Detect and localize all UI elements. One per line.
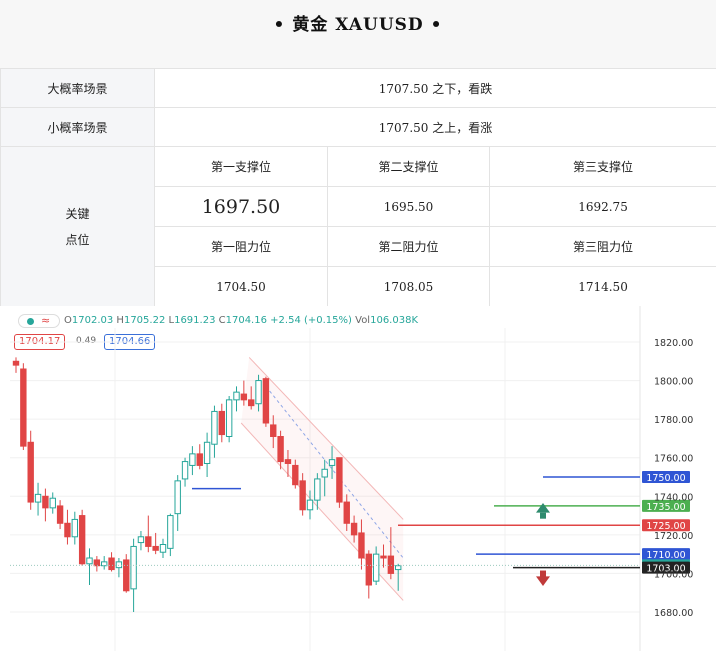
- price-chart[interactable]: ≈ O1702.03 H1705.22 L1691.23 C1704.16 +2…: [0, 306, 716, 651]
- candle-body: [372, 553, 380, 582]
- support2-label: 第二支撑位: [327, 146, 490, 187]
- y-tick-label: 1760.00: [654, 454, 693, 465]
- candle-body: [93, 559, 101, 567]
- levels-table: 大概率场景 1707.50 之下，看跌 小概率场景 1707.50 之上，看涨 …: [0, 68, 716, 307]
- candle-body: [270, 424, 277, 438]
- resist3-label: 第三阻力位: [488, 226, 716, 267]
- candle-body: [34, 493, 42, 503]
- support3-value: 1692.75: [488, 186, 716, 227]
- candle-body: [365, 553, 373, 586]
- candle-body: [130, 545, 137, 590]
- y-tick-label: 1740.00: [654, 492, 693, 503]
- candle-body: [387, 555, 395, 574]
- candle-body: [211, 410, 218, 445]
- y-tick-label: 1680.00: [654, 608, 693, 619]
- big-scenario-label: 大概率场景: [0, 68, 155, 108]
- arrow-down-icon: [536, 570, 550, 586]
- candlestick-plot: 1750.001735.001725.001710.001704.161703.…: [10, 306, 693, 651]
- candle-body: [328, 459, 336, 466]
- candle-body: [167, 515, 174, 549]
- candle-body: [196, 453, 203, 466]
- candle-body: [306, 499, 314, 511]
- y-tick-label: 1720.00: [654, 531, 693, 542]
- level-tag-label: 1750.00: [646, 473, 685, 484]
- candle-body: [358, 532, 365, 559]
- candle-body: [321, 468, 328, 478]
- support1-label: 第一支撑位: [154, 146, 328, 187]
- candle-body: [27, 441, 34, 503]
- candle-body: [314, 478, 321, 501]
- level-tag-label: 1735.00: [646, 502, 685, 513]
- candle-body: [189, 453, 196, 466]
- candle-body: [395, 565, 402, 571]
- resist2-label: 第二阻力位: [327, 226, 490, 267]
- big-scenario-value: 1707.50 之下，看跌: [153, 68, 716, 108]
- candle-body: [284, 459, 292, 464]
- candle-body: [137, 536, 145, 544]
- small-scenario-value: 1707.50 之上，看涨: [153, 107, 716, 147]
- candle-body: [78, 515, 86, 565]
- page-title: • 黄金 XAUUSD •: [273, 15, 443, 35]
- candle-body: [159, 544, 167, 553]
- candle-body: [42, 495, 49, 509]
- support1-value: 1697.50: [154, 186, 328, 227]
- resist1-label: 第一阻力位: [154, 226, 328, 267]
- candle-body: [71, 518, 78, 538]
- resist3-value: 1714.50: [488, 266, 716, 307]
- candle-body: [115, 561, 123, 569]
- key-levels-label: 关键 点位: [0, 146, 155, 307]
- candle-body: [336, 457, 343, 503]
- header-bar: • 黄金 XAUUSD •: [0, 0, 716, 68]
- resist1-value: 1704.50: [154, 266, 328, 307]
- candle-body: [123, 559, 130, 592]
- candle-body: [145, 536, 152, 547]
- candle-body: [86, 557, 93, 565]
- small-scenario-label: 小概率场景: [0, 107, 155, 147]
- candle-body: [56, 505, 64, 524]
- candle-body: [12, 360, 20, 366]
- support3-label: 第三支撑位: [488, 146, 716, 187]
- candle-body: [292, 464, 299, 486]
- candle-body: [262, 378, 270, 424]
- candle-body: [233, 391, 240, 401]
- y-tick-label: 1820.00: [654, 338, 693, 349]
- candle-body: [218, 410, 226, 436]
- candle-body: [49, 497, 56, 509]
- candle-body: [108, 557, 115, 571]
- key-label-line2: 点位: [65, 232, 90, 247]
- candle-body: [299, 480, 306, 511]
- y-tick-label: 1800.00: [654, 377, 693, 388]
- candle-body: [152, 545, 159, 551]
- y-tick-label: 1780.00: [654, 415, 693, 426]
- candle-body: [203, 441, 211, 465]
- candle-body: [64, 522, 71, 538]
- candle-body: [225, 399, 233, 437]
- candle-body: [181, 461, 189, 480]
- candle-body: [277, 436, 284, 463]
- support2-value: 1695.50: [327, 186, 490, 227]
- candle-body: [255, 380, 262, 405]
- candle-body: [350, 522, 358, 536]
- y-tick-label: 1700.00: [654, 569, 693, 580]
- candle-body: [343, 501, 350, 524]
- candle-body: [240, 393, 248, 401]
- key-label-line1: 关键: [65, 206, 90, 221]
- candle-body: [20, 368, 27, 447]
- resist2-value: 1708.05: [327, 266, 490, 307]
- candle-body: [380, 555, 387, 559]
- candle-body: [248, 399, 255, 407]
- candle-body: [174, 480, 181, 515]
